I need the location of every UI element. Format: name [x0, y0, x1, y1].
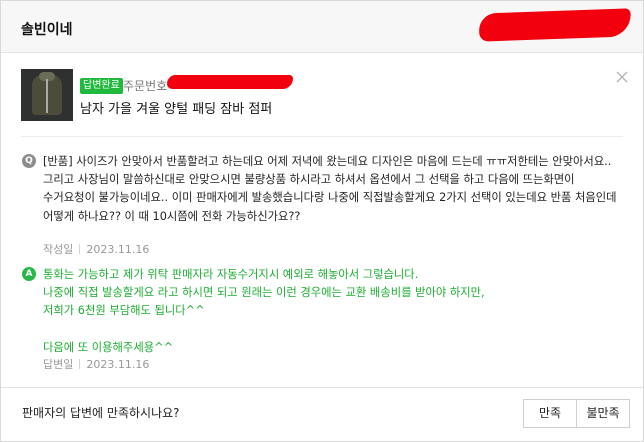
answer-icon: A [22, 267, 36, 281]
answer-meta: 답변일 2023.11.16 [43, 356, 149, 372]
satisfaction-footer: 판매자의 답변에 만족하시나요? 만족 불만족 [1, 387, 643, 441]
meta-separator [79, 244, 81, 254]
qna-detail-panel: 솔빈이네 답변완료 주문번호 남자 가을 겨울 양털 패딩 잠바 점퍼 Q [반… [0, 0, 644, 442]
close-icon[interactable] [615, 70, 629, 84]
jacket-zipper [46, 79, 48, 113]
satisfied-button[interactable]: 만족 [523, 399, 577, 428]
question-meta: 작성일 2023.11.16 [43, 241, 149, 257]
redaction-mark [478, 8, 632, 42]
product-thumbnail[interactable] [21, 69, 73, 121]
question-text: [반품] 사이즈가 안맞아서 반품할려고 하는데요 어제 저녁에 왔는데요 디자… [43, 155, 617, 223]
answered-badge: 답변완료 [80, 78, 123, 94]
meta-separator [79, 359, 81, 369]
satisfaction-question: 판매자의 답변에 만족하시나요? [22, 406, 180, 420]
answer-date: 2023.11.16 [86, 358, 150, 371]
answer-date-label: 답변일 [43, 358, 74, 371]
store-name: 솔빈이네 [21, 22, 73, 38]
answer-text: 통화는 가능하고 제가 위탁 판매자라 자동수거지시 예외로 해놓아서 그렇습니… [43, 268, 485, 354]
panel-header: 솔빈이네 [1, 1, 643, 53]
divider [21, 136, 623, 137]
question-date-label: 작성일 [43, 243, 74, 256]
product-title[interactable]: 남자 가을 겨울 양털 패딩 잠바 점퍼 [80, 98, 272, 117]
question-date: 2023.11.16 [86, 243, 150, 256]
question-icon: Q [22, 154, 36, 168]
dissatisfied-button[interactable]: 불만족 [576, 399, 630, 428]
order-number-label: 주문번호 [123, 79, 168, 93]
order-number-redaction [167, 75, 293, 89]
product-summary: 답변완료 주문번호 남자 가을 겨울 양털 패딩 잠바 점퍼 [21, 69, 621, 121]
